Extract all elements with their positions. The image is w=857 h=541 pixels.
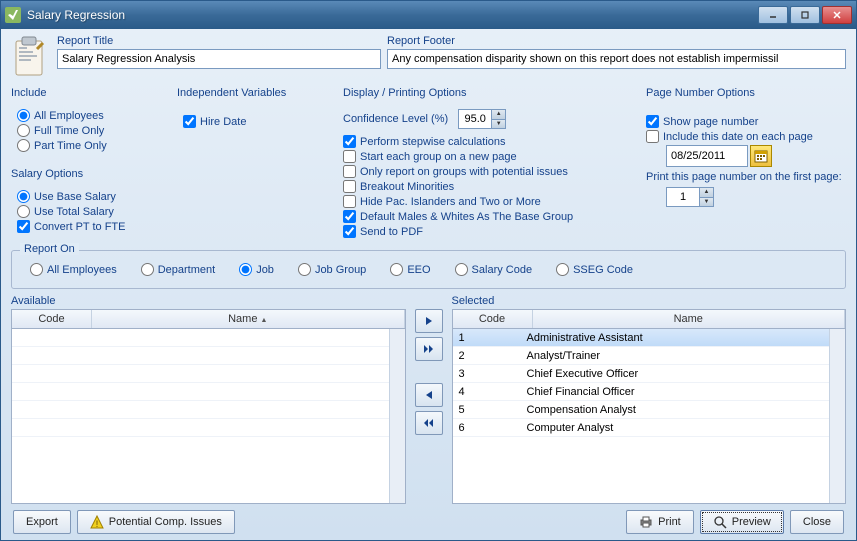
confidence-spinner[interactable]: ▲▼ bbox=[458, 109, 506, 129]
maximize-button[interactable] bbox=[790, 6, 820, 24]
calendar-button[interactable] bbox=[750, 145, 772, 167]
move-right-button[interactable] bbox=[415, 309, 443, 333]
report-on-legend: Report On bbox=[20, 243, 79, 255]
report-on-all-employees[interactable]: All Employees bbox=[30, 263, 117, 276]
window-title: Salary Regression bbox=[27, 8, 125, 22]
spin-down-icon[interactable]: ▼ bbox=[492, 120, 505, 129]
list-item[interactable]: 1Administrative Assistant bbox=[453, 329, 846, 347]
minimize-button[interactable] bbox=[758, 6, 788, 24]
report-title-input[interactable] bbox=[57, 49, 381, 69]
display-option-6[interactable]: Send to PDF bbox=[343, 225, 640, 238]
selected-header: Code Name bbox=[452, 309, 847, 329]
report-on-job[interactable]: Job bbox=[239, 263, 274, 276]
list-item[interactable]: 6Computer Analyst bbox=[453, 419, 846, 437]
report-on-salary-code[interactable]: Salary Code bbox=[455, 263, 533, 276]
use-total-salary-radio[interactable]: Use Total Salary bbox=[17, 205, 171, 218]
first-page-input[interactable] bbox=[667, 188, 699, 206]
include-group-label: Include bbox=[11, 87, 171, 99]
preview-button[interactable]: Preview bbox=[700, 510, 784, 534]
move-all-left-button[interactable] bbox=[415, 411, 443, 435]
page-number-group-label: Page Number Options bbox=[646, 87, 846, 99]
include-all-radio[interactable]: All Employees bbox=[17, 109, 171, 122]
selected-list[interactable]: 1Administrative Assistant2Analyst/Traine… bbox=[452, 329, 847, 504]
display-option-2[interactable]: Only report on groups with potential iss… bbox=[343, 165, 640, 178]
export-button[interactable]: Export bbox=[13, 510, 71, 534]
app-icon bbox=[5, 7, 21, 23]
report-title-label: Report Title bbox=[57, 35, 381, 47]
svg-text:!: ! bbox=[96, 519, 99, 529]
print-button[interactable]: Print bbox=[626, 510, 694, 534]
sort-asc-icon: ▲ bbox=[260, 317, 267, 324]
scrollbar[interactable] bbox=[389, 329, 405, 503]
include-date-check[interactable]: Include this date on each page bbox=[646, 130, 846, 143]
display-group-label: Display / Printing Options bbox=[343, 87, 640, 99]
confidence-input[interactable] bbox=[459, 110, 491, 128]
display-option-3[interactable]: Breakout Minorities bbox=[343, 180, 640, 193]
include-fulltime-radio[interactable]: Full Time Only bbox=[17, 124, 171, 137]
scrollbar[interactable] bbox=[829, 329, 845, 503]
include-parttime-radio[interactable]: Part Time Only bbox=[17, 139, 171, 152]
warning-icon: ! bbox=[90, 515, 104, 529]
selected-label: Selected bbox=[452, 295, 847, 307]
independent-group-label: Independent Variables bbox=[177, 87, 337, 99]
list-item[interactable]: 4Chief Financial Officer bbox=[453, 383, 846, 401]
salary-options-group-label: Salary Options bbox=[11, 168, 171, 180]
report-on-department[interactable]: Department bbox=[141, 263, 215, 276]
show-page-number-check[interactable]: Show page number bbox=[646, 115, 846, 128]
available-header: Code Name▲ bbox=[11, 309, 406, 329]
print-first-page-label: Print this page number on the first page… bbox=[646, 171, 846, 183]
col-code[interactable]: Code bbox=[12, 310, 92, 328]
report-footer-label: Report Footer bbox=[387, 35, 846, 47]
list-item[interactable]: 5Compensation Analyst bbox=[453, 401, 846, 419]
clipboard-icon bbox=[11, 35, 47, 79]
list-item[interactable]: 3Chief Executive Officer bbox=[453, 365, 846, 383]
use-base-salary-radio[interactable]: Use Base Salary bbox=[17, 190, 171, 203]
display-option-0[interactable]: Perform stepwise calculations bbox=[343, 135, 640, 148]
printer-icon bbox=[639, 515, 653, 529]
titlebar: Salary Regression bbox=[1, 1, 856, 29]
display-option-4[interactable]: Hide Pac. Islanders and Two or More bbox=[343, 195, 640, 208]
potential-comp-issues-button[interactable]: ! Potential Comp. Issues bbox=[77, 510, 235, 534]
confidence-label: Confidence Level (%) bbox=[343, 113, 448, 125]
close-window-button[interactable] bbox=[822, 6, 852, 24]
move-left-button[interactable] bbox=[415, 383, 443, 407]
report-on-job-group[interactable]: Job Group bbox=[298, 263, 366, 276]
spin-down-icon[interactable]: ▼ bbox=[700, 198, 713, 207]
col-code[interactable]: Code bbox=[453, 310, 533, 328]
magnifier-icon bbox=[713, 515, 727, 529]
col-name[interactable]: Name bbox=[533, 310, 846, 328]
list-item[interactable]: 2Analyst/Trainer bbox=[453, 347, 846, 365]
spin-up-icon[interactable]: ▲ bbox=[700, 188, 713, 198]
salary-regression-window: Salary Regression Report Title bbox=[0, 0, 857, 541]
available-label: Available bbox=[11, 295, 406, 307]
col-name[interactable]: Name▲ bbox=[92, 310, 405, 328]
close-button[interactable]: Close bbox=[790, 510, 844, 534]
hire-date-check[interactable]: Hire Date bbox=[183, 115, 337, 128]
move-all-right-button[interactable] bbox=[415, 337, 443, 361]
convert-pt-fte-check[interactable]: Convert PT to FTE bbox=[17, 220, 171, 233]
available-list[interactable] bbox=[11, 329, 406, 504]
calendar-icon bbox=[754, 149, 768, 163]
report-footer-input[interactable] bbox=[387, 49, 846, 69]
report-on-eeo[interactable]: EEO bbox=[390, 263, 430, 276]
page-date-input[interactable] bbox=[666, 145, 748, 167]
report-on-sseg-code[interactable]: SSEG Code bbox=[556, 263, 633, 276]
first-page-spinner[interactable]: ▲▼ bbox=[666, 187, 714, 207]
spin-up-icon[interactable]: ▲ bbox=[492, 110, 505, 120]
display-option-1[interactable]: Start each group on a new page bbox=[343, 150, 640, 163]
display-option-5[interactable]: Default Males & Whites As The Base Group bbox=[343, 210, 640, 223]
